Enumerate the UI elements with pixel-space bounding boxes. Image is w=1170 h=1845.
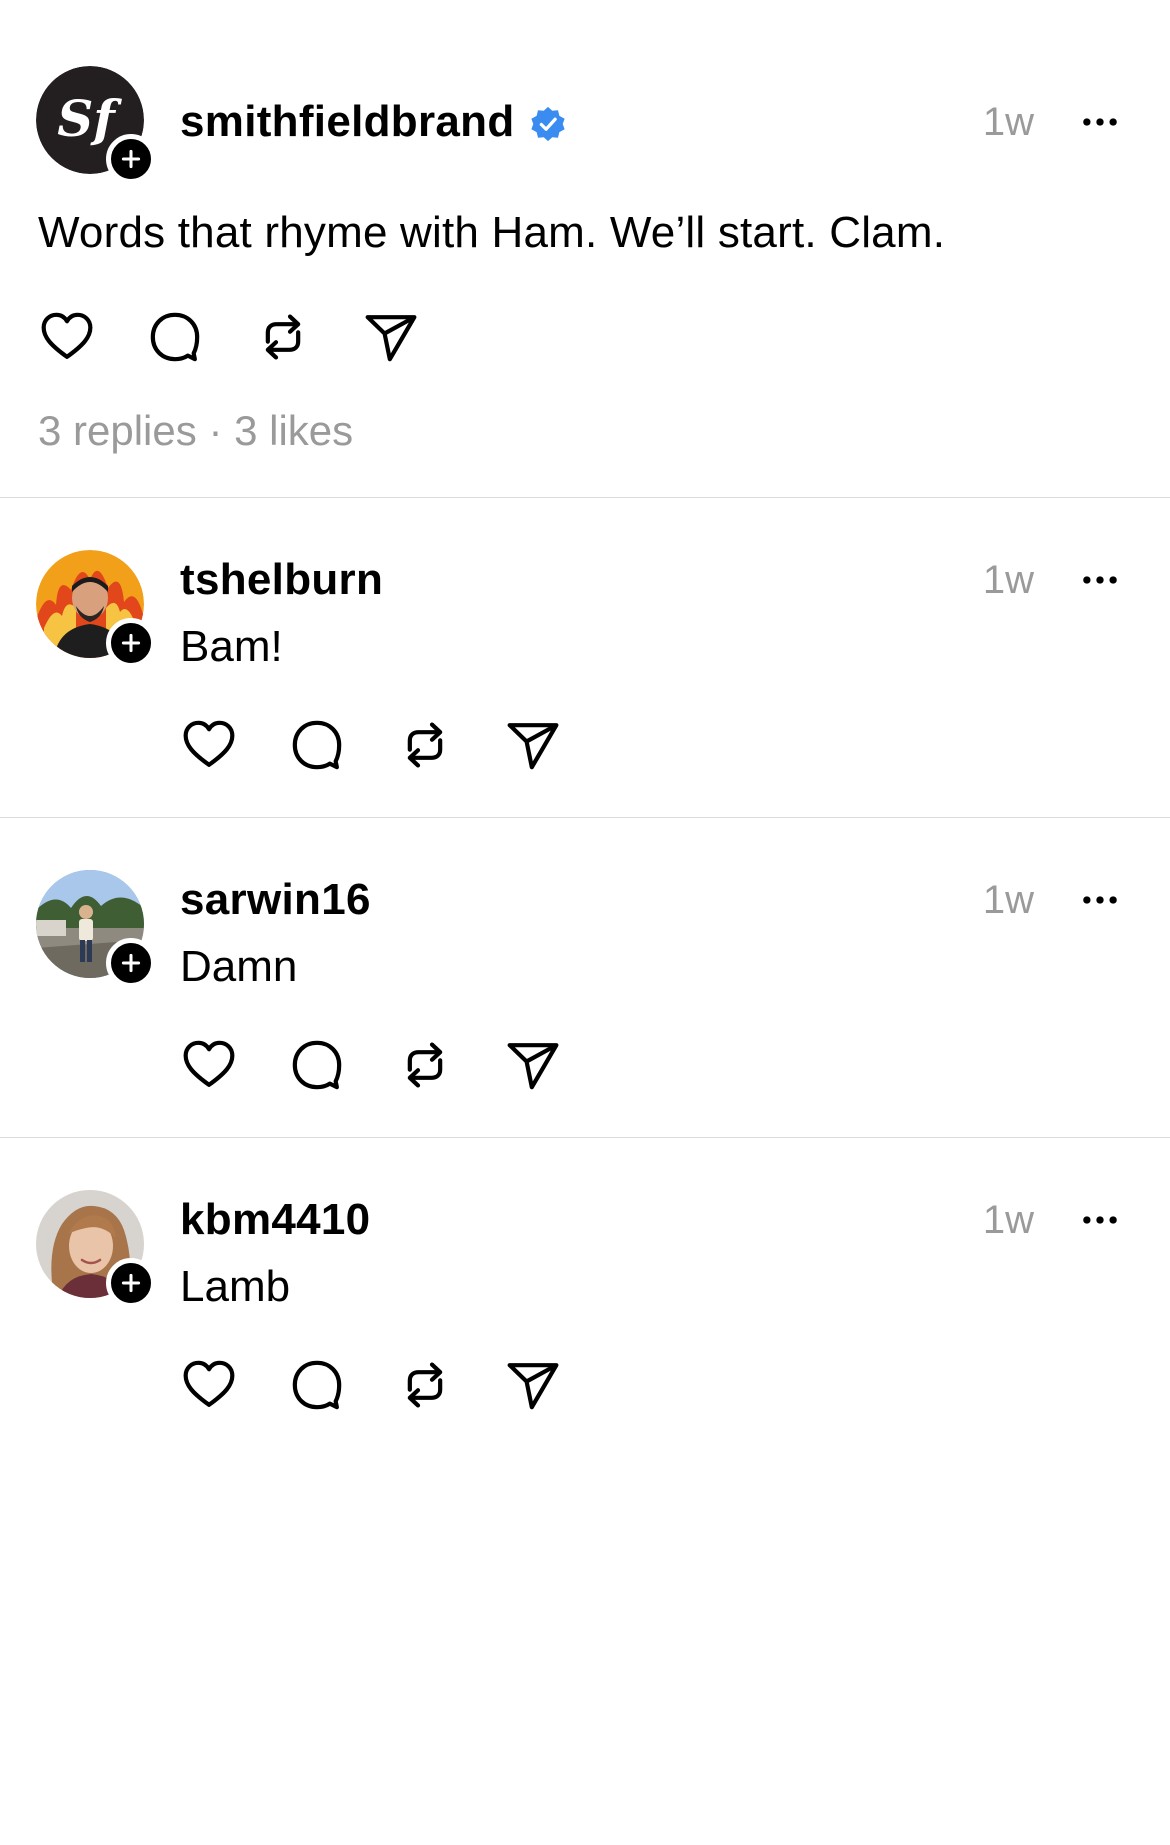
reply-timestamp: 1w xyxy=(982,558,1034,602)
reply-actions xyxy=(178,1354,610,1416)
plus-icon xyxy=(118,950,144,976)
post-timestamp: 1w xyxy=(982,100,1034,144)
post-username[interactable]: smithfieldbrand xyxy=(180,96,515,148)
reply-text: Damn xyxy=(180,942,298,991)
send-icon xyxy=(363,309,419,365)
repost-icon xyxy=(255,309,311,365)
post-text: Words that rhyme with Ham. We’ll start. … xyxy=(38,208,946,257)
repost-button[interactable] xyxy=(394,1034,456,1096)
like-button[interactable] xyxy=(36,306,98,368)
avatar-kbm4410[interactable] xyxy=(36,1190,156,1308)
reply-username[interactable]: kbm4410 xyxy=(180,1194,370,1246)
comment-icon xyxy=(289,1037,345,1093)
repost-icon xyxy=(397,1357,453,1413)
more-icon xyxy=(1079,559,1121,601)
repost-button[interactable] xyxy=(394,1354,456,1416)
post-actions xyxy=(36,306,468,368)
reply-text: Lamb xyxy=(180,1262,291,1311)
like-button[interactable] xyxy=(178,714,240,776)
plus-icon xyxy=(118,1270,144,1296)
reply-username[interactable]: tshelburn xyxy=(180,554,383,606)
reply-actions xyxy=(178,1034,610,1096)
likes-count[interactable]: 3 likes xyxy=(234,407,353,454)
like-button[interactable] xyxy=(178,1034,240,1096)
more-icon xyxy=(1079,101,1121,143)
comment-icon xyxy=(289,1357,345,1413)
repost-button[interactable] xyxy=(252,306,314,368)
more-options-button[interactable] xyxy=(1076,876,1124,924)
reply-timestamp: 1w xyxy=(982,878,1034,922)
reply-button[interactable] xyxy=(144,306,206,368)
more-options-button[interactable] xyxy=(1076,98,1124,146)
send-icon xyxy=(505,1357,561,1413)
reply-item: sarwin16 1w Damn xyxy=(0,818,1170,1138)
more-icon xyxy=(1079,1199,1121,1241)
reply-item: tshelburn 1w Bam! xyxy=(0,498,1170,818)
share-button[interactable] xyxy=(502,714,564,776)
repost-icon xyxy=(397,717,453,773)
repost-icon xyxy=(397,1037,453,1093)
post-stats: 3 replies · 3 likes xyxy=(38,406,353,456)
verified-badge-icon xyxy=(529,103,567,142)
reply-button[interactable] xyxy=(286,1354,348,1416)
follow-button[interactable] xyxy=(106,134,156,184)
avatar-logo-text: Sf xyxy=(57,89,122,148)
comment-icon xyxy=(289,717,345,773)
heart-icon xyxy=(181,717,237,773)
comment-icon xyxy=(147,309,203,365)
stats-separator: · xyxy=(208,407,223,454)
avatar-sarwin16[interactable] xyxy=(36,870,156,988)
reply-item: kbm4410 1w Lamb xyxy=(0,1138,1170,1458)
heart-icon xyxy=(39,309,95,365)
reply-text: Bam! xyxy=(180,622,283,671)
follow-button[interactable] xyxy=(106,618,156,668)
avatar-tshelburn[interactable] xyxy=(36,550,156,668)
plus-icon xyxy=(118,146,144,172)
heart-icon xyxy=(181,1037,237,1093)
post-username-row: smithfieldbrand xyxy=(180,96,567,148)
heart-icon xyxy=(181,1357,237,1413)
like-button[interactable] xyxy=(178,1354,240,1416)
reply-username[interactable]: sarwin16 xyxy=(180,874,371,926)
plus-icon xyxy=(118,630,144,656)
more-icon xyxy=(1079,879,1121,921)
follow-button[interactable] xyxy=(106,938,156,988)
send-icon xyxy=(505,1037,561,1093)
more-options-button[interactable] xyxy=(1076,556,1124,604)
main-post: Sf smithfieldbrand 1w Words that rhyme w… xyxy=(0,0,1170,498)
reply-button[interactable] xyxy=(286,714,348,776)
reply-actions xyxy=(178,714,610,776)
more-options-button[interactable] xyxy=(1076,1196,1124,1244)
follow-button[interactable] xyxy=(106,1258,156,1308)
share-button[interactable] xyxy=(360,306,422,368)
reply-button[interactable] xyxy=(286,1034,348,1096)
reply-timestamp: 1w xyxy=(982,1198,1034,1242)
share-button[interactable] xyxy=(502,1034,564,1096)
repost-button[interactable] xyxy=(394,714,456,776)
replies-count[interactable]: 3 replies xyxy=(38,407,197,454)
send-icon xyxy=(505,717,561,773)
avatar-smithfieldbrand[interactable]: Sf xyxy=(36,66,156,184)
share-button[interactable] xyxy=(502,1354,564,1416)
